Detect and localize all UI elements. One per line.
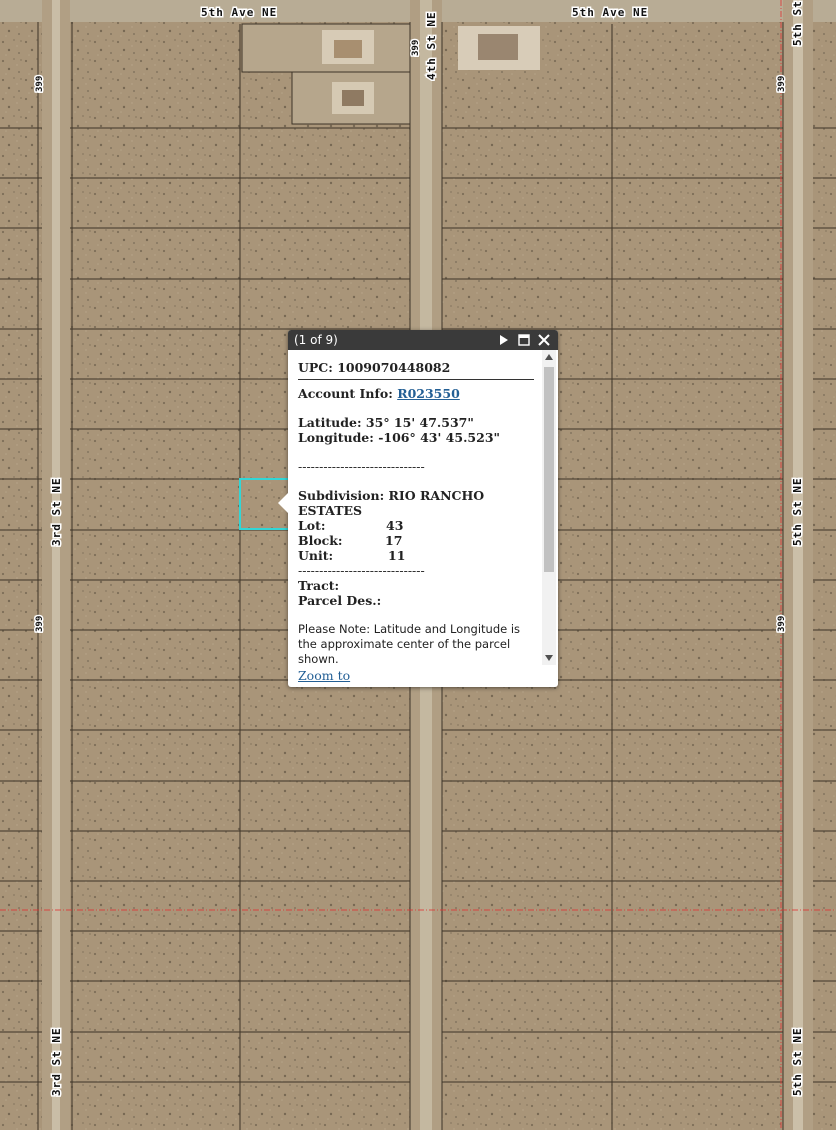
subdivision-text: Subdivision: RIO RANCHO	[298, 488, 485, 503]
note-line-1: Please Note: Latitude and Longitude is	[298, 622, 521, 636]
account-row: Account Info: R023550	[298, 386, 534, 401]
upc-text: UPC: 1009070448082	[298, 360, 534, 380]
shield-399: 399	[35, 76, 45, 92]
unit-label: Unit:	[298, 548, 334, 563]
longitude-text: Longitude: -106° 43' 45.523"	[298, 430, 501, 445]
label-4th-st-ne: 4th St NE	[425, 11, 438, 80]
block-label: Block:	[298, 533, 343, 548]
label-5th-st-top: 5th St	[791, 0, 804, 46]
latitude-text: Latitude: 35° 15' 47.537"	[298, 415, 474, 430]
label-3rd-st-ne-upper: 3rd St NE	[50, 477, 63, 546]
info-popup[interactable]: (1 of 9) UPC: 1009070448082 Account Info…	[278, 330, 558, 687]
label-3rd-st-ne-lower: 3rd St NE	[50, 1027, 63, 1096]
block-row: Block: 17	[298, 533, 534, 548]
shield-399: 399	[35, 616, 45, 632]
divider-1: ------------------------------	[298, 459, 425, 474]
note-line-3: shown.	[298, 652, 339, 665]
arrow-down-icon[interactable]	[542, 651, 556, 665]
popup-header: (1 of 9)	[288, 330, 558, 350]
lot-label: Lot:	[298, 518, 326, 533]
note-line-2: the approximate center of the parcel	[298, 637, 511, 651]
road-3rd-st-surface	[52, 0, 60, 1130]
parcel-des-label: Parcel Des.:	[298, 593, 382, 608]
subdivision-cont: ESTATES	[298, 503, 363, 518]
unit-value: 11	[388, 548, 406, 563]
play-triangle-icon[interactable]	[496, 332, 512, 348]
label-5th-ave-ne-right: 5th Ave NE	[572, 6, 648, 19]
block-value: 17	[385, 533, 403, 548]
label-5th-ave-ne-left: 5th Ave NE	[201, 6, 277, 19]
arrow-up-icon[interactable]	[542, 350, 556, 364]
road-5th-st-surface	[793, 0, 803, 1130]
close-x-icon[interactable]	[536, 332, 552, 348]
lot-value: 43	[386, 518, 404, 533]
shield-399: 399	[777, 76, 787, 92]
popup-body[interactable]: UPC: 1009070448082 Account Info: R023550…	[288, 350, 544, 665]
label-5th-st-ne-lower: 5th St NE	[791, 1027, 804, 1096]
tract-label: Tract:	[298, 578, 340, 593]
popup-counter: (1 of 9)	[294, 333, 338, 347]
account-link[interactable]: R023550	[397, 386, 460, 401]
divider-2: ------------------------------	[298, 563, 425, 578]
label-5th-st-ne-upper: 5th St NE	[791, 477, 804, 546]
lot-row: Lot: 43	[298, 518, 534, 533]
popup-scrollbar[interactable]	[542, 350, 556, 665]
account-label: Account Info:	[298, 386, 393, 401]
scrollbar-thumb[interactable]	[544, 367, 554, 572]
maximize-icon[interactable]	[516, 332, 532, 348]
shield-399: 399	[777, 616, 787, 632]
unit-row: Unit: 11	[298, 548, 534, 563]
zoom-to-link[interactable]: Zoom to	[298, 668, 350, 683]
shield-399: 399	[411, 40, 421, 56]
